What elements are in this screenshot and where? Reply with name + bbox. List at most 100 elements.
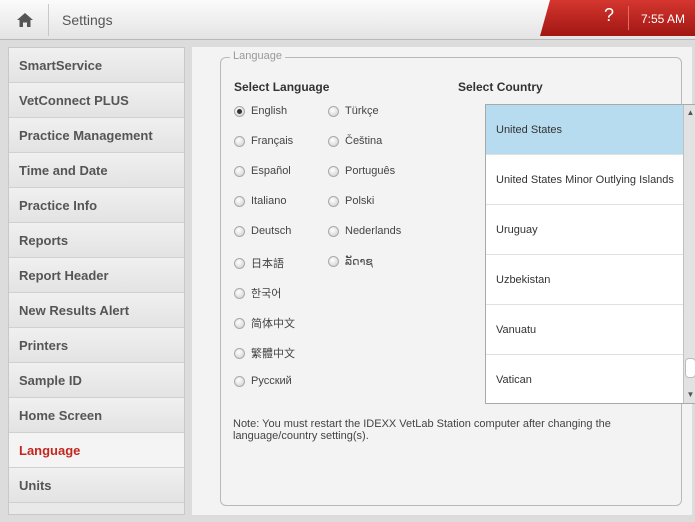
language-label: Italiano <box>251 195 287 207</box>
country-label: Uzbekistan <box>496 273 551 286</box>
sidebar-item-report-header[interactable]: Report Header <box>9 258 184 293</box>
language-label: Português <box>345 165 396 177</box>
radio-icon <box>234 347 245 359</box>
header-divider <box>628 6 629 30</box>
radio-icon <box>234 165 245 177</box>
language-option-russian[interactable]: Русский <box>234 375 292 387</box>
language-label: ລັດາຊ <box>345 256 373 268</box>
language-label: 简体中文 <box>251 318 295 330</box>
country-item[interactable]: Uruguay <box>486 205 684 255</box>
radio-icon <box>234 257 245 269</box>
chevron-up-icon[interactable]: ▲ <box>685 107 695 119</box>
radio-selected-icon <box>234 105 245 117</box>
sidebar-item-label: Report Header <box>19 267 109 283</box>
radio-icon <box>328 135 339 147</box>
sidebar-item-label: SmartService <box>19 57 103 73</box>
sidebar-item-units[interactable]: Units <box>9 468 184 503</box>
page-title: Settings <box>62 12 113 28</box>
language-label: Polski <box>345 195 375 207</box>
language-option-cestina[interactable]: Čeština <box>328 135 382 147</box>
language-label: Español <box>251 165 291 177</box>
language-option-portugues[interactable]: Português <box>328 165 395 177</box>
language-option-japanese[interactable]: 日本語 <box>234 255 284 271</box>
language-label: 日本語 <box>251 258 284 270</box>
country-item[interactable]: United States Minor Outlying Islands <box>486 155 684 205</box>
radio-icon <box>328 105 339 117</box>
help-button[interactable]: ? <box>598 5 620 29</box>
restart-note: Note: You must restart the IDEXX VetLab … <box>233 418 611 442</box>
radio-icon <box>328 165 339 177</box>
home-button[interactable] <box>2 4 49 36</box>
country-label: Vanuatu <box>496 323 537 336</box>
top-bar: Settings ? 7:55 AM <box>0 0 695 40</box>
language-label: Français <box>251 135 294 147</box>
country-label: United States <box>496 123 563 136</box>
language-label: Nederlands <box>345 225 402 237</box>
sidebar-item-language[interactable]: Language <box>9 433 184 468</box>
home-icon <box>17 13 33 27</box>
sidebar-item-label: VetConnect PLUS <box>19 92 129 108</box>
sidebar-item-reports[interactable]: Reports <box>9 223 184 258</box>
language-label: English <box>251 105 288 117</box>
language-fieldset: Language Select Language Select Country … <box>220 50 695 506</box>
sidebar-item-label: New Results Alert <box>19 302 130 318</box>
language-settings-panel: Language Select Language Select Country … <box>192 47 695 515</box>
language-option-polski[interactable]: Polski <box>328 195 374 207</box>
language-option-nederlands[interactable]: Nederlands <box>328 225 401 237</box>
language-label: Čeština <box>345 135 383 147</box>
clock: 7:55 AM <box>640 12 686 26</box>
country-item[interactable]: Vatican <box>486 355 684 403</box>
sidebar-item-home-screen[interactable]: Home Screen <box>9 398 184 433</box>
sidebar-item-time-and-date[interactable]: Time and Date <box>9 153 184 188</box>
sidebar-item-new-results-alert[interactable]: New Results Alert <box>9 293 184 328</box>
sidebar-item-label: Practice Management <box>19 127 153 143</box>
language-label: 繁體中文 <box>251 348 295 360</box>
language-option-italiano[interactable]: Italiano <box>234 195 286 207</box>
country-item[interactable]: Vanuatu <box>486 305 684 355</box>
country-list[interactable]: United States United States Minor Outlyi… <box>485 104 695 404</box>
radio-icon <box>234 195 245 207</box>
language-option-deutsch[interactable]: Deutsch <box>234 225 291 237</box>
select-language-heading: Select Language <box>234 80 330 94</box>
country-label: United States Minor Outlying Islands <box>496 173 674 186</box>
radio-icon <box>328 195 339 207</box>
language-label: Türkçe <box>345 105 379 117</box>
radio-icon <box>234 225 245 237</box>
sidebar-item-printers[interactable]: Printers <box>9 328 184 363</box>
sidebar-item-label: Units <box>19 477 52 493</box>
sidebar-item-sample-id[interactable]: Sample ID <box>9 363 184 398</box>
language-label: Русский <box>251 375 292 387</box>
settings-sidebar: SmartService VetConnect PLUS Practice Ma… <box>8 47 185 515</box>
sidebar-item-label: Printers <box>19 337 69 353</box>
language-option-espanol[interactable]: Español <box>234 165 291 177</box>
sidebar-item-label: Sample ID <box>19 372 82 388</box>
sidebar-item-smartservice[interactable]: SmartService <box>9 48 184 83</box>
language-option-traditional-chinese[interactable]: 繁體中文 <box>234 345 295 361</box>
scrollbar-thumb[interactable] <box>685 358 695 378</box>
country-item-selected[interactable]: United States <box>486 105 684 155</box>
country-list-scrollbar[interactable]: ▲ ▼ <box>683 105 695 403</box>
sidebar-item-label: Reports <box>19 232 69 248</box>
sidebar-item-practice-management[interactable]: Practice Management <box>9 118 184 153</box>
language-option-korean[interactable]: 한국어 <box>234 285 281 301</box>
language-label: Deutsch <box>251 225 292 237</box>
language-label: 한국어 <box>251 288 282 300</box>
radio-icon <box>234 135 245 147</box>
language-option-francais[interactable]: Français <box>234 135 293 147</box>
radio-icon <box>328 225 339 237</box>
sidebar-item-label: Language <box>19 442 81 458</box>
sidebar-item-vetconnect-plus[interactable]: VetConnect PLUS <box>9 83 184 118</box>
country-label: Vatican <box>496 373 532 386</box>
language-option-turkce[interactable]: Türkçe <box>328 105 379 117</box>
radio-icon <box>328 256 339 267</box>
language-option-simplified-chinese[interactable]: 简体中文 <box>234 315 295 331</box>
chevron-down-icon[interactable]: ▼ <box>685 389 695 401</box>
sidebar-item-practice-info[interactable]: Practice Info <box>9 188 184 223</box>
country-label: Uruguay <box>496 223 538 236</box>
fieldset-legend: Language <box>230 50 285 62</box>
language-option-english[interactable]: English <box>234 105 287 117</box>
sidebar-item-label: Practice Info <box>19 197 98 213</box>
country-item[interactable]: Uzbekistan <box>486 255 684 305</box>
language-option-lao[interactable]: ລັດາຊ <box>328 255 373 268</box>
sidebar-item-label: Time and Date <box>19 162 108 178</box>
